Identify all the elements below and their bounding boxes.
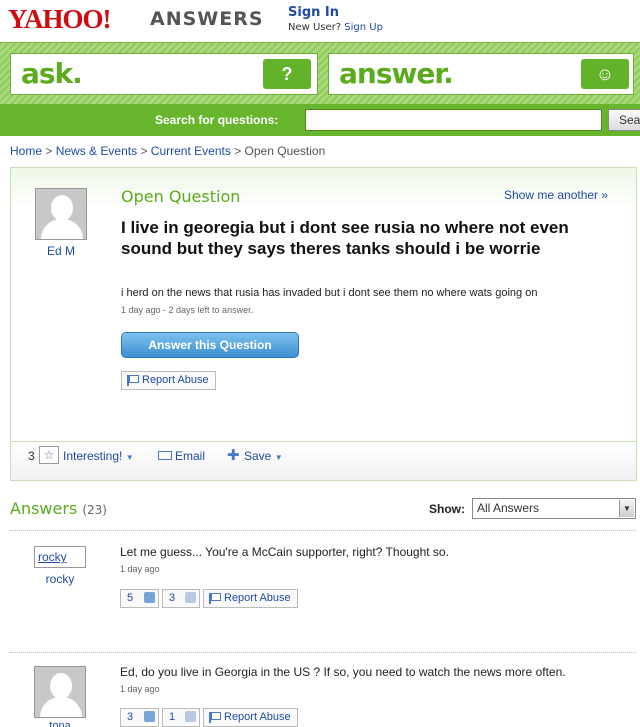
save-label: Save xyxy=(244,449,272,463)
answer-text: Let me guess... You're a McCain supporte… xyxy=(120,545,449,559)
envelope-icon[interactable] xyxy=(158,451,172,460)
ask-label: ask. xyxy=(21,57,83,90)
report-abuse-button[interactable]: Report Abuse xyxy=(203,589,298,608)
answerer-name[interactable]: tona xyxy=(34,720,86,727)
ask-answer-band: ask. ? answer. ☺ xyxy=(0,42,640,104)
breadcrumb-separator: > xyxy=(140,144,148,158)
smiley-icon[interactable]: ☺ xyxy=(581,59,629,89)
flag-icon xyxy=(209,712,221,723)
answers-logo-text[interactable]: ANSWERS xyxy=(150,8,264,30)
answer-item: tona Ed, do you live in Georgia in the U… xyxy=(10,658,636,727)
avatar-body xyxy=(41,219,83,239)
thumbs-down-icon xyxy=(185,592,196,603)
dropdown-arrow-icon[interactable]: ▼ xyxy=(619,500,634,517)
divider xyxy=(10,652,636,653)
email-button[interactable]: Email xyxy=(175,449,205,463)
report-abuse-button[interactable]: Report Abuse xyxy=(121,371,216,390)
asker-avatar[interactable] xyxy=(35,188,87,240)
answer-text: Ed, do you live in Georgia in the US ? I… xyxy=(120,665,566,679)
thumbs-up-button[interactable]: 3 xyxy=(120,708,159,727)
answer-box[interactable]: answer. ☺ xyxy=(328,53,634,95)
search-bar: Search for questions: Sea xyxy=(0,104,640,136)
breadcrumb-news-events[interactable]: News & Events xyxy=(56,144,137,158)
show-another-link[interactable]: Show me another » xyxy=(504,188,608,202)
thumbs-down-icon xyxy=(185,711,196,722)
answerer-avatar[interactable] xyxy=(34,666,86,718)
question-mark-icon[interactable]: ? xyxy=(263,59,311,89)
avatar-body xyxy=(40,697,82,717)
breadcrumb-separator: > xyxy=(45,144,53,158)
thumbs-up-icon xyxy=(144,592,155,603)
new-user-line: New User? Sign Up xyxy=(288,22,383,33)
flag-icon xyxy=(209,593,221,604)
question-actions-bar: 3 ☆ Interesting! ▼ Email ✚ Save ▼ xyxy=(11,441,636,480)
show-filter-label: Show: xyxy=(429,502,465,516)
question-detail: i herd on the news that rusia has invade… xyxy=(121,287,538,299)
answers-count: (23) xyxy=(82,503,107,517)
answer-label: answer. xyxy=(339,57,454,90)
show-filter-value: All Answers xyxy=(477,501,540,515)
answer-item: rocky rocky Let me guess... You're a McC… xyxy=(10,540,636,650)
breadcrumb-separator: > xyxy=(234,144,242,158)
interesting-label: Interesting! xyxy=(63,449,123,463)
search-input[interactable] xyxy=(305,109,602,131)
star-icon[interactable]: ☆ xyxy=(39,446,59,464)
report-abuse-label: Report Abuse xyxy=(142,374,209,386)
sign-in-link[interactable]: Sign In xyxy=(288,5,339,20)
chevron-down-icon: ▼ xyxy=(274,453,283,462)
report-abuse-button[interactable]: Report Abuse xyxy=(203,708,298,727)
ask-box[interactable]: ask. ? xyxy=(10,53,318,95)
chevron-down-icon: ▼ xyxy=(125,453,134,462)
thumbs-down-button[interactable]: 1 xyxy=(162,708,200,727)
interesting-button[interactable]: Interesting! ▼ xyxy=(63,449,134,463)
avatar-head xyxy=(50,673,72,699)
thumbs-up-count: 5 xyxy=(127,592,134,604)
show-filter-select[interactable]: All Answers ▼ xyxy=(472,498,636,519)
answer-question-button[interactable]: Answer this Question xyxy=(121,332,299,358)
question-title: I live in georegia but i dont see rusia … xyxy=(121,218,569,258)
thumbs-down-count: 3 xyxy=(169,592,176,604)
question-body: Ed M Open Question Show me another » I l… xyxy=(11,168,636,441)
interesting-count: 3 xyxy=(28,449,35,463)
plus-icon[interactable]: ✚ xyxy=(227,446,240,464)
new-user-label: New User? xyxy=(288,22,342,33)
sign-up-link[interactable]: Sign Up xyxy=(344,22,383,33)
breadcrumb-current-events[interactable]: Current Events xyxy=(151,144,231,158)
thumbs-up-icon xyxy=(144,711,155,722)
question-meta: 1 day ago - 2 days left to answer. xyxy=(121,305,254,315)
thumbs-up-count: 3 xyxy=(127,711,134,723)
flag-icon xyxy=(127,375,139,386)
avatar-alt-text: rocky xyxy=(38,550,67,564)
breadcrumb-current: Open Question xyxy=(244,144,326,158)
report-abuse-label: Report Abuse xyxy=(224,711,291,723)
save-button[interactable]: Save ▼ xyxy=(244,449,283,463)
thumbs-down-button[interactable]: 3 xyxy=(162,589,200,608)
yahoo-logo[interactable]: YAHOO! xyxy=(8,4,112,35)
divider xyxy=(10,530,636,531)
question-status: Open Question xyxy=(121,187,241,206)
question-panel: Ed M Open Question Show me another » I l… xyxy=(10,167,637,481)
answer-meta: 1 day ago xyxy=(120,684,160,694)
breadcrumb-home[interactable]: Home xyxy=(10,144,42,158)
report-abuse-label: Report Abuse xyxy=(224,592,291,604)
breadcrumb: Home > News & Events > Current Events > … xyxy=(10,144,325,158)
answers-heading-label: Answers xyxy=(10,499,78,518)
answerer-name[interactable]: rocky xyxy=(34,572,86,586)
top-header: YAHOO! ANSWERS Sign In New User? Sign Up xyxy=(0,0,640,42)
avatar-head xyxy=(51,195,73,221)
thumbs-up-button[interactable]: 5 xyxy=(120,589,159,608)
answers-heading: Answers (23) xyxy=(10,499,107,518)
search-label: Search for questions: xyxy=(155,113,279,127)
asker-name[interactable]: Ed M xyxy=(35,244,87,258)
search-button[interactable]: Sea xyxy=(608,109,640,131)
thumbs-down-count: 1 xyxy=(169,711,176,723)
answer-meta: 1 day ago xyxy=(120,564,160,574)
answerer-avatar[interactable]: rocky xyxy=(34,546,86,568)
